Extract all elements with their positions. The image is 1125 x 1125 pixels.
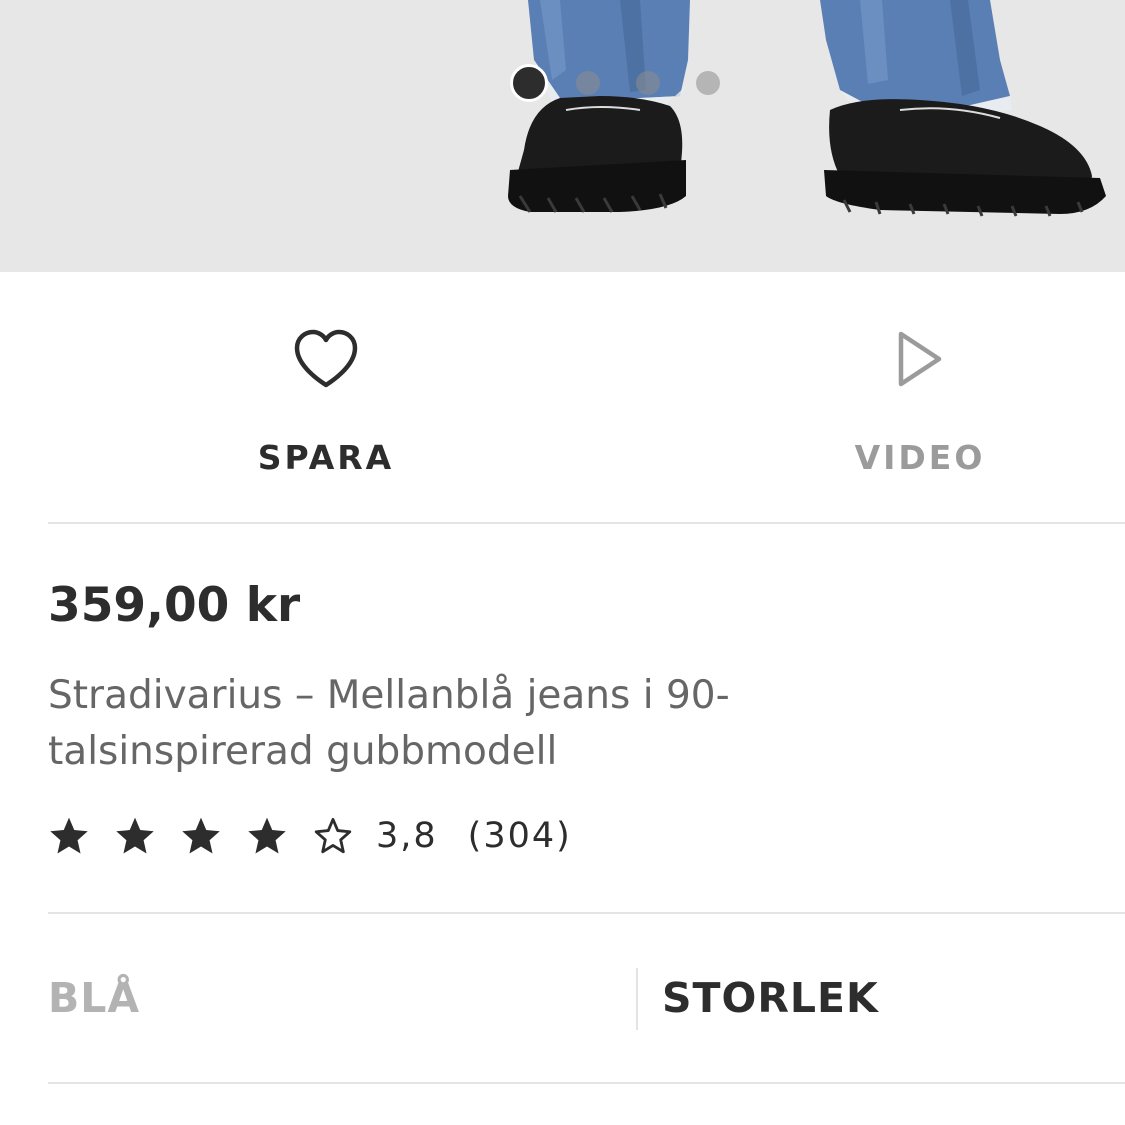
product-title: Stradivarius – Mellanblå jeans i 90-tals… — [48, 673, 730, 774]
star-filled-icon — [182, 817, 220, 854]
carousel-dot[interactable] — [696, 71, 720, 95]
color-selector[interactable]: BLÅ — [48, 968, 140, 1028]
selector-divider — [636, 968, 638, 1030]
size-selector[interactable]: STORLEK — [662, 968, 879, 1028]
video-label: VIDEO — [854, 438, 986, 477]
carousel-indicator — [510, 64, 756, 102]
variant-selectors: BLÅ STORLEK — [0, 914, 1125, 1084]
save-label: SPARA — [257, 438, 395, 477]
product-photo — [508, 0, 1106, 217]
carousel-dot-active[interactable] — [510, 64, 548, 102]
divider — [48, 1082, 1125, 1084]
carousel-dot[interactable] — [576, 71, 600, 95]
product-price: 359,00 kr — [48, 578, 301, 633]
product-image[interactable] — [0, 0, 1125, 272]
heart-icon — [291, 324, 361, 394]
carousel-dot[interactable] — [636, 71, 660, 95]
rating-count: (304) — [467, 816, 572, 856]
star-empty-icon — [314, 817, 352, 854]
product-actions: SPARA VIDEO — [0, 272, 1125, 524]
star-filled-icon — [116, 817, 154, 854]
divider — [48, 522, 1125, 524]
rating-score: 3,8 — [376, 816, 438, 856]
video-button[interactable]: VIDEO — [790, 324, 1050, 484]
product-page: SPARA VIDEO 359,00 kr Stradivarius – Mel… — [0, 0, 1125, 1125]
star-filled-icon — [248, 817, 286, 854]
save-button[interactable]: SPARA — [196, 324, 456, 484]
product-rating[interactable]: 3,8 (304) — [48, 808, 572, 864]
star-filled-icon — [50, 817, 88, 854]
rating-stars — [48, 815, 376, 857]
play-icon — [885, 324, 955, 394]
